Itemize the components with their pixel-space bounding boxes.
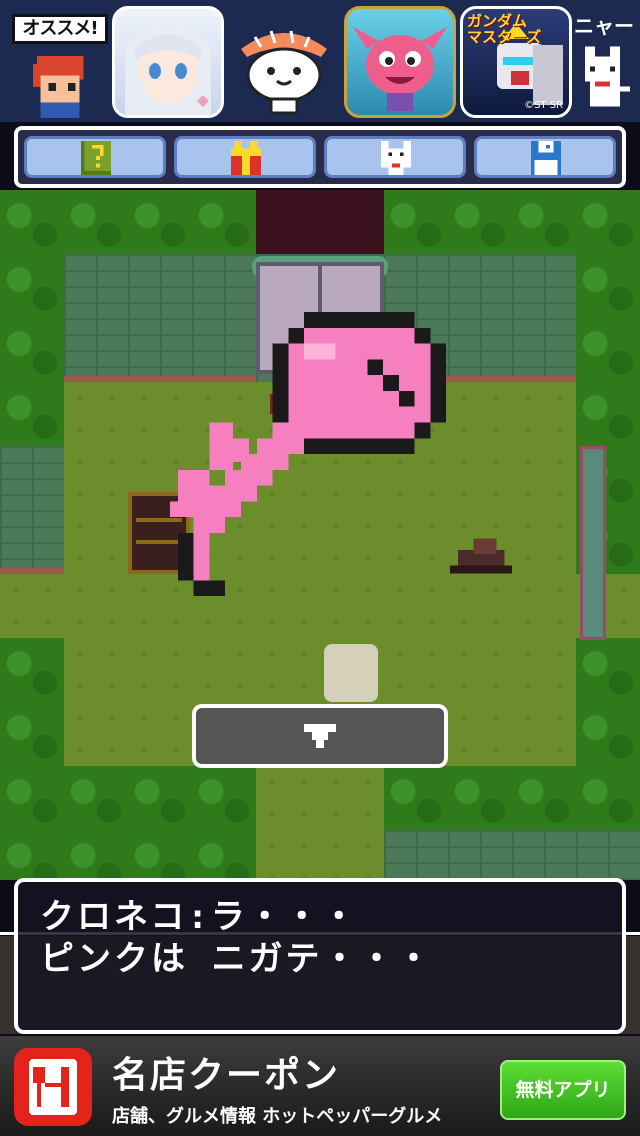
recommended-label: オススメ!	[12, 14, 108, 44]
faded-cat-item[interactable]	[324, 644, 378, 702]
gift-button[interactable]	[174, 136, 316, 178]
ad-banner[interactable]: 名店クーポン 店舗、グルメ情報 ホットペッパーグルメ 無料アプリ	[0, 1036, 640, 1136]
hint-book-icon	[80, 141, 112, 175]
south-path-floor	[256, 766, 384, 880]
toolbar	[14, 126, 626, 188]
game-map[interactable]	[0, 190, 640, 880]
cat-icon	[380, 141, 412, 175]
promo-app-sushi-cat[interactable]	[228, 6, 340, 118]
pixel-boy-icon	[32, 56, 84, 118]
dialogue-box[interactable]: クロネコ:ラ・・・ ピンクは ニガテ・・・	[14, 878, 626, 1034]
anime-girl-icon	[125, 24, 211, 115]
recommended-apps-button[interactable]: オススメ!	[6, 8, 108, 118]
pink-key-item	[170, 312, 447, 597]
hint-button[interactable]	[24, 136, 166, 178]
ad-app-icon	[14, 1048, 92, 1126]
white-cat-icon	[585, 46, 630, 107]
stone-wall-west	[0, 446, 64, 570]
chevron-down-icon	[304, 724, 336, 748]
ad-title: 名店クーポン	[112, 1055, 341, 1096]
promo-app-anime-girl[interactable]	[112, 6, 224, 118]
west-exit-floor	[0, 574, 64, 638]
cat-button[interactable]	[324, 136, 466, 178]
gundam-app-label: ガンダム マスターズ	[467, 12, 542, 46]
sushi-cat-icon	[241, 30, 327, 115]
promo-bar: オススメ! ガンダム マスターズ ©ST·SR ニャー	[0, 0, 640, 122]
fork-and-knife-icon	[29, 1059, 77, 1115]
save-disk-icon	[530, 141, 562, 175]
north-passage	[256, 190, 384, 262]
east-pillar	[580, 446, 606, 640]
dialogue-line-2: ピンクは ニガテ・・・	[40, 939, 434, 979]
gift-icon	[230, 141, 262, 175]
more-apps-label: ニャー	[574, 14, 634, 38]
save-button[interactable]	[474, 136, 616, 178]
dialogue-line-1: クロネコ:ラ・・・	[40, 897, 359, 937]
ad-install-button[interactable]: 無料アプリ	[500, 1060, 626, 1120]
next-message-button[interactable]	[192, 704, 448, 768]
pink-monster-icon	[353, 27, 447, 111]
ad-subtitle: 店舗、グルメ情報 ホットペッパーグルメ	[112, 1106, 443, 1127]
gundam-app-credit: ©ST·SR	[524, 100, 563, 111]
stone-wall-southeast	[384, 830, 640, 880]
promo-app-gundam[interactable]: ガンダム マスターズ ©ST·SR	[460, 6, 572, 118]
more-apps-button[interactable]: ニャー	[572, 6, 636, 118]
promo-app-pink-monster[interactable]	[344, 6, 456, 118]
